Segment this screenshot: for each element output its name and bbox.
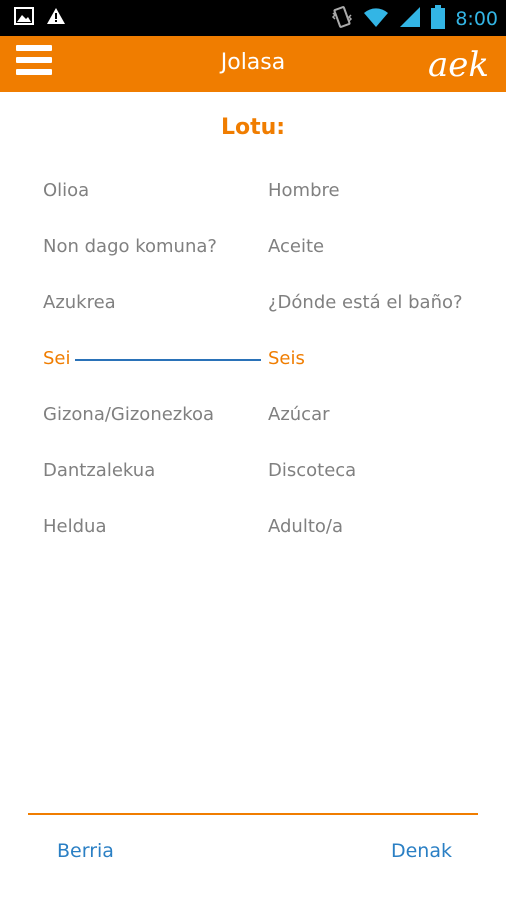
clock: 8:00 [455, 8, 498, 30]
left-word[interactable]: Non dago komuna? [43, 236, 217, 257]
left-word[interactable]: Olioa [43, 180, 89, 201]
left-word[interactable]: Dantzalekua [43, 460, 155, 481]
pair-row: Heldua Adulto/a [0, 516, 506, 556]
right-word[interactable]: Aceite [268, 236, 324, 257]
new-game-button[interactable]: Berria [57, 840, 114, 862]
status-bar: 8:00 [0, 0, 506, 36]
right-word[interactable]: Discoteca [268, 460, 356, 481]
pair-row-matched: Sei Seis [0, 348, 506, 388]
right-word[interactable]: Hombre [268, 180, 340, 201]
left-word[interactable]: Gizona/Gizonezkoa [43, 404, 214, 425]
vibrate-icon [331, 5, 353, 33]
battery-icon [431, 5, 446, 33]
pair-row: Olioa Hombre [0, 180, 506, 220]
right-word[interactable]: Adulto/a [268, 516, 343, 537]
pair-row: Azukrea ¿Dónde está el baño? [0, 292, 506, 332]
pair-row: Dantzalekua Discoteca [0, 460, 506, 500]
footer-divider [28, 813, 478, 815]
left-word-matched[interactable]: Sei [43, 348, 71, 369]
left-word[interactable]: Heldua [43, 516, 106, 537]
aek-logo: aek [428, 45, 489, 85]
game-heading: Lotu: [220, 115, 286, 140]
image-icon [14, 7, 34, 29]
svg-text:aek: aek [428, 45, 489, 85]
app-bar: Jolasa aek [0, 36, 506, 92]
wifi-icon [363, 6, 389, 32]
right-word[interactable]: Azúcar [268, 404, 330, 425]
right-word[interactable]: ¿Dónde está el baño? [268, 292, 463, 313]
right-word-matched[interactable]: Seis [268, 348, 305, 369]
show-all-button[interactable]: Denak [391, 840, 452, 862]
pair-row: Non dago komuna? Aceite [0, 236, 506, 276]
left-word[interactable]: Azukrea [43, 292, 116, 313]
match-line [75, 359, 261, 361]
warning-icon [46, 7, 66, 29]
pair-row: Gizona/Gizonezkoa Azúcar [0, 404, 506, 444]
signal-icon [399, 6, 421, 32]
